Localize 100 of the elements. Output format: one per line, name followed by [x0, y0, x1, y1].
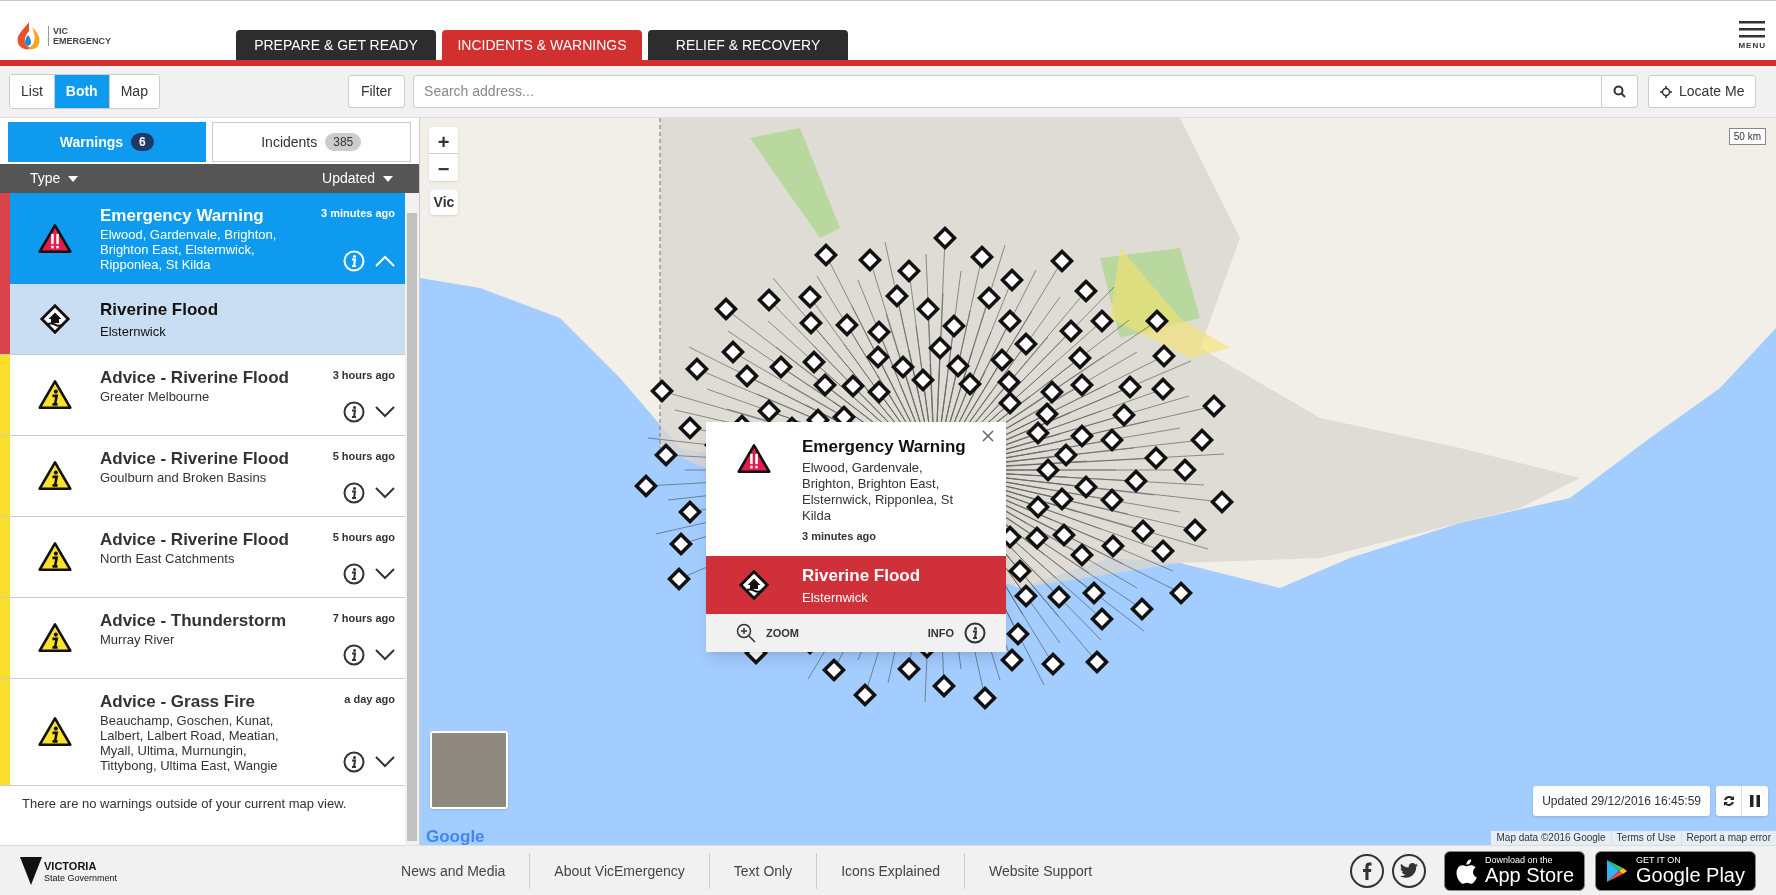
warning-title: Emergency Warning — [100, 205, 265, 227]
filter-button[interactable]: Filter — [347, 75, 406, 108]
expand-toggle[interactable] — [375, 756, 395, 768]
chevron-down-icon — [375, 649, 395, 661]
app-store-badge[interactable]: Download on the App Store — [1444, 850, 1586, 891]
house-diamond-icon — [39, 303, 71, 335]
satellite-thumbnail[interactable] — [430, 731, 508, 809]
no-warnings-message: There are no warnings outside of your current map view. — [21, 795, 348, 813]
category-tab[interactable]: Incidents 385 — [211, 122, 411, 162]
view-mode-tab[interactable]: Map — [108, 75, 159, 108]
nav-tab[interactable]: PREPARE & GET READY — [236, 30, 436, 60]
incident-item[interactable]: Riverine Flood Elsternwick — [10, 284, 405, 354]
footer-link[interactable]: Text Only — [708, 852, 817, 889]
warning-triangle-icon — [38, 715, 72, 749]
sort-dropdown[interactable]: Type — [30, 168, 79, 189]
zoom-link[interactable]: ZOOM — [736, 623, 799, 643]
locate-me-button[interactable]: Locate Me — [1648, 75, 1757, 108]
info-icon — [343, 751, 365, 773]
apple-icon — [1455, 857, 1478, 884]
info-icon — [343, 250, 365, 272]
search-button[interactable] — [1602, 75, 1639, 108]
twitter-button[interactable] — [1392, 853, 1427, 888]
info-link[interactable]: INFO — [927, 622, 986, 644]
victoria-logo-text: State Government — [44, 873, 118, 883]
expand-toggle[interactable] — [375, 487, 395, 499]
caret-icon — [68, 175, 79, 182]
chevron-up-icon — [375, 255, 395, 267]
app-store-badge[interactable]: GET IT ON Google Play — [1595, 850, 1756, 891]
chevron-down-icon — [375, 568, 395, 580]
victoria-logo-text: VICTORIA — [44, 860, 98, 872]
info-icon — [964, 622, 986, 644]
facebook-icon — [1362, 861, 1373, 880]
pause-icon — [1750, 795, 1760, 807]
footer-link[interactable]: Icons Explained — [816, 852, 964, 889]
nav-tab[interactable]: RELIEF & RECOVERY — [648, 30, 848, 60]
warning-triangle-icon — [737, 442, 771, 476]
time-ago: 7 hours ago — [332, 611, 395, 626]
incident-banner[interactable]: Riverine Flood Elsternwick — [706, 556, 1006, 614]
footer-link[interactable]: About VicEmergency — [529, 852, 709, 889]
search-icon — [1613, 85, 1627, 98]
zoom-out-button[interactable]: − — [429, 154, 458, 181]
time-ago: a day ago — [344, 692, 395, 707]
warning-triangle-icon — [38, 540, 72, 574]
search-field[interactable]: Search address... — [413, 75, 1603, 108]
refresh-icon — [1722, 795, 1735, 807]
house-diamond-icon — [738, 569, 770, 601]
scrollbar[interactable] — [405, 193, 419, 845]
info-icon — [343, 644, 365, 666]
info-icon — [343, 563, 365, 585]
info-icon — [343, 482, 365, 504]
category-tab[interactable]: Warnings 6 — [8, 122, 206, 162]
region-button[interactable]: Vic — [430, 190, 458, 215]
warning-title: Advice - Riverine Flood — [100, 448, 290, 470]
menu-button[interactable]: MENU — [1738, 21, 1766, 52]
nav-tab[interactable]: INCIDENTS & WARNINGS — [442, 30, 642, 60]
incident-area: Elsternwick — [100, 322, 219, 342]
time-ago: 3 hours ago — [332, 368, 395, 383]
warning-triangle-icon — [38, 621, 72, 655]
warning-title: Advice - Riverine Flood — [100, 367, 290, 389]
menu-icon — [1739, 21, 1766, 38]
info-button[interactable] — [343, 482, 365, 504]
logo-text: EMERGENCY — [53, 36, 111, 46]
sort-dropdown[interactable]: Updated — [322, 168, 393, 189]
incident-title: Riverine Flood — [100, 298, 219, 321]
close-button[interactable] — [982, 430, 994, 442]
warning-title: Advice - Thunderstorm — [100, 610, 288, 632]
info-icon — [343, 401, 365, 423]
footer-link[interactable]: News and Media — [377, 852, 530, 889]
warning-areas: Beauchamp, Goschen, Kunat, Lalbert, Lalbert Road, Meatian, Myall, Ultima, Murnungin, Tittybong, Ultima East, Wangie — [100, 713, 300, 773]
facebook-button[interactable] — [1350, 853, 1385, 888]
chevron-down-icon — [375, 487, 395, 499]
magnifier-plus-icon — [736, 623, 756, 643]
warning-areas: Goulburn and Broken Basins — [100, 470, 300, 485]
count-badge: 385 — [325, 133, 362, 151]
time-ago: 5 hours ago — [332, 530, 395, 545]
caret-icon — [383, 175, 393, 182]
play-triangle-icon — [1606, 858, 1629, 883]
warning-areas: Greater Melbourne — [100, 389, 300, 404]
warning-title: Advice - Grass Fire — [100, 691, 256, 713]
crosshair-icon — [1660, 85, 1673, 98]
incident-title: Riverine Flood — [802, 564, 921, 587]
info-button[interactable] — [343, 401, 365, 423]
info-button[interactable] — [343, 563, 365, 585]
expand-toggle[interactable] — [375, 406, 395, 418]
map-attribution: Map data ©2016 Google — [1495, 831, 1607, 845]
expand-toggle[interactable] — [375, 568, 395, 580]
footer-link[interactable]: Website Support — [964, 852, 1117, 889]
info-button[interactable] — [343, 644, 365, 666]
warning-triangle-icon — [38, 459, 72, 493]
time-ago: 3 minutes ago — [321, 206, 395, 221]
zoom-in-button[interactable]: + — [429, 127, 458, 154]
chevron-down-icon — [375, 756, 395, 768]
popup-time: 3 minutes ago — [802, 528, 877, 544]
incident-area: Elsternwick — [802, 588, 921, 608]
warning-triangle-icon — [38, 378, 72, 412]
info-button[interactable] — [343, 751, 365, 773]
update-time: Updated 29/12/2016 16:45:59 — [1533, 786, 1710, 816]
expand-toggle[interactable] — [375, 649, 395, 661]
warning-triangle-icon — [38, 221, 72, 256]
warning-areas: Murray River — [100, 632, 300, 647]
